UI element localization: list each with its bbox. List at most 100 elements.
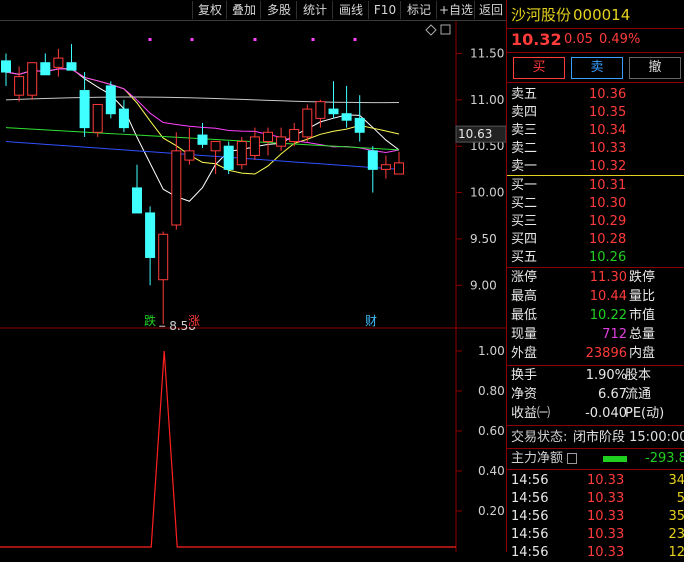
stock-code: 000014	[573, 6, 631, 24]
cancel-order-button[interactable]: 撤	[629, 57, 681, 79]
candle-body	[145, 212, 156, 258]
candle-body	[394, 162, 404, 175]
bid-label: 买一	[511, 178, 538, 193]
event-cai-label: 财	[365, 314, 377, 328]
tick-row: 14:56 10.33 34	[507, 472, 684, 490]
list-icon[interactable]	[567, 453, 577, 464]
candle-body	[105, 85, 116, 115]
candle-body	[328, 108, 339, 115]
stat-label: 涨停	[511, 270, 538, 285]
ask-price: 10.33	[589, 141, 627, 156]
bid-price: 10.30	[589, 196, 627, 211]
ask-level: 卖一 10.32	[507, 158, 684, 176]
netflow-label: 主力净额	[511, 451, 564, 466]
buy-button[interactable]: 买	[513, 57, 565, 79]
indicator-tick-label: 0.20	[478, 504, 505, 518]
tick-time: 14:56	[511, 473, 549, 488]
trading-status-label: 交易状态:	[511, 430, 568, 445]
stat-row: 涨停 11.30 跌停	[507, 269, 684, 287]
candle-body	[132, 187, 142, 214]
candle-body	[197, 134, 208, 145]
bid-label: 买四	[511, 232, 538, 247]
stat-label-2: 市值	[629, 308, 656, 323]
stat-value: 11.30	[589, 270, 627, 285]
stat-label: 最低	[511, 308, 538, 323]
candle-body	[249, 136, 260, 156]
bid-label: 买二	[511, 196, 538, 211]
price-tick-label: 9.50	[470, 232, 497, 246]
indicator-tick-label: 0.40	[478, 464, 505, 478]
ask-level: 卖五 10.36	[507, 86, 684, 104]
current-price-tag-label: 10.63	[458, 127, 492, 141]
stat-label-2: 流通	[625, 387, 652, 402]
candle-body	[236, 141, 247, 166]
sell-button[interactable]: 卖	[571, 57, 623, 79]
stat-label: 净资	[511, 387, 538, 402]
candle-body	[79, 90, 90, 129]
event-die-label: 跌	[144, 313, 156, 328]
current-price: 10.32	[511, 30, 562, 49]
stat-value: -0.040	[585, 406, 627, 421]
candle-body	[367, 150, 378, 170]
stat-label-2: 内盘	[629, 346, 656, 361]
candle-body	[53, 57, 64, 68]
ask-price: 10.34	[589, 123, 627, 138]
ma10-line	[5, 68, 400, 175]
netflow-value: -293.8	[645, 451, 684, 466]
candle-body	[1, 60, 11, 73]
candle-body	[27, 62, 38, 96]
bid-price: 10.31	[589, 178, 627, 193]
bid-level: 买四 10.28	[507, 231, 684, 249]
stat-label-2: PE(动)	[625, 406, 665, 421]
indicator-line	[0, 350, 456, 548]
ask-price: 10.35	[589, 105, 627, 120]
tick-time: 14:56	[511, 527, 549, 542]
price-tick-label: 10.00	[470, 186, 504, 200]
candle-body	[40, 62, 51, 76]
candle-body	[315, 101, 326, 119]
tick-row: 14:56 10.33 35	[507, 508, 684, 526]
price-change: 0.05	[564, 32, 593, 47]
price-tick-label: 11.00	[470, 93, 504, 107]
stat-value: 23896	[585, 346, 627, 361]
tick-volume: 5	[676, 491, 684, 506]
ask-price: 10.32	[589, 159, 627, 174]
ask-label: 卖五	[511, 87, 538, 102]
candle-body	[66, 62, 77, 71]
tick-row: 14:56 10.33 5	[507, 490, 684, 508]
ask-label: 卖二	[511, 141, 538, 156]
stat-label: 现量	[511, 327, 538, 342]
tick-price: 10.33	[587, 491, 625, 506]
stock-name: 沙河股份	[511, 6, 572, 24]
ask-label: 卖一	[511, 159, 538, 174]
signal-dot	[353, 38, 357, 41]
diamond-icon[interactable]	[425, 24, 437, 36]
tick-price: 10.33	[587, 509, 625, 524]
square-icon[interactable]	[440, 24, 451, 35]
tick-volume: 35	[668, 509, 684, 524]
stat-label-2: 股本	[625, 368, 652, 383]
tick-volume: 23	[668, 527, 684, 542]
stat-value: 6.67	[598, 387, 627, 402]
price-tick-label: 9.00	[470, 278, 497, 292]
candlestick-series	[1, 44, 404, 325]
stat-label-2: 量比	[629, 289, 656, 304]
indicator-tick-label: 0.80	[478, 384, 505, 398]
trading-status: 交易状态: 闭市阶段 15:00:00	[507, 429, 684, 447]
stat-label-2: 跌停	[629, 270, 656, 285]
stat-label: 收益㈠	[511, 406, 551, 421]
tick-time: 14:56	[511, 491, 549, 506]
stat-value: 1.90%	[585, 368, 627, 383]
kline-chart[interactable]: 11.5011.0010.5010.009.509.0010.63 8.58跌涨…	[0, 0, 506, 552]
stat-row: 净资 6.67 流通	[507, 386, 684, 404]
indicator-pane: 1.00 0.80 0.60 0.40 0.20	[0, 344, 505, 548]
ask-level: 卖二 10.33	[507, 140, 684, 158]
ask-level: 卖三 10.34	[507, 122, 684, 140]
stat-row: 最高 10.44 量比	[507, 288, 684, 306]
ask-price: 10.36	[589, 87, 627, 102]
signal-dot	[148, 38, 152, 41]
stat-value: 10.44	[589, 289, 627, 304]
stat-value: 10.22	[589, 308, 627, 323]
tick-price: 10.33	[587, 545, 625, 560]
stat-label: 最高	[511, 289, 538, 304]
